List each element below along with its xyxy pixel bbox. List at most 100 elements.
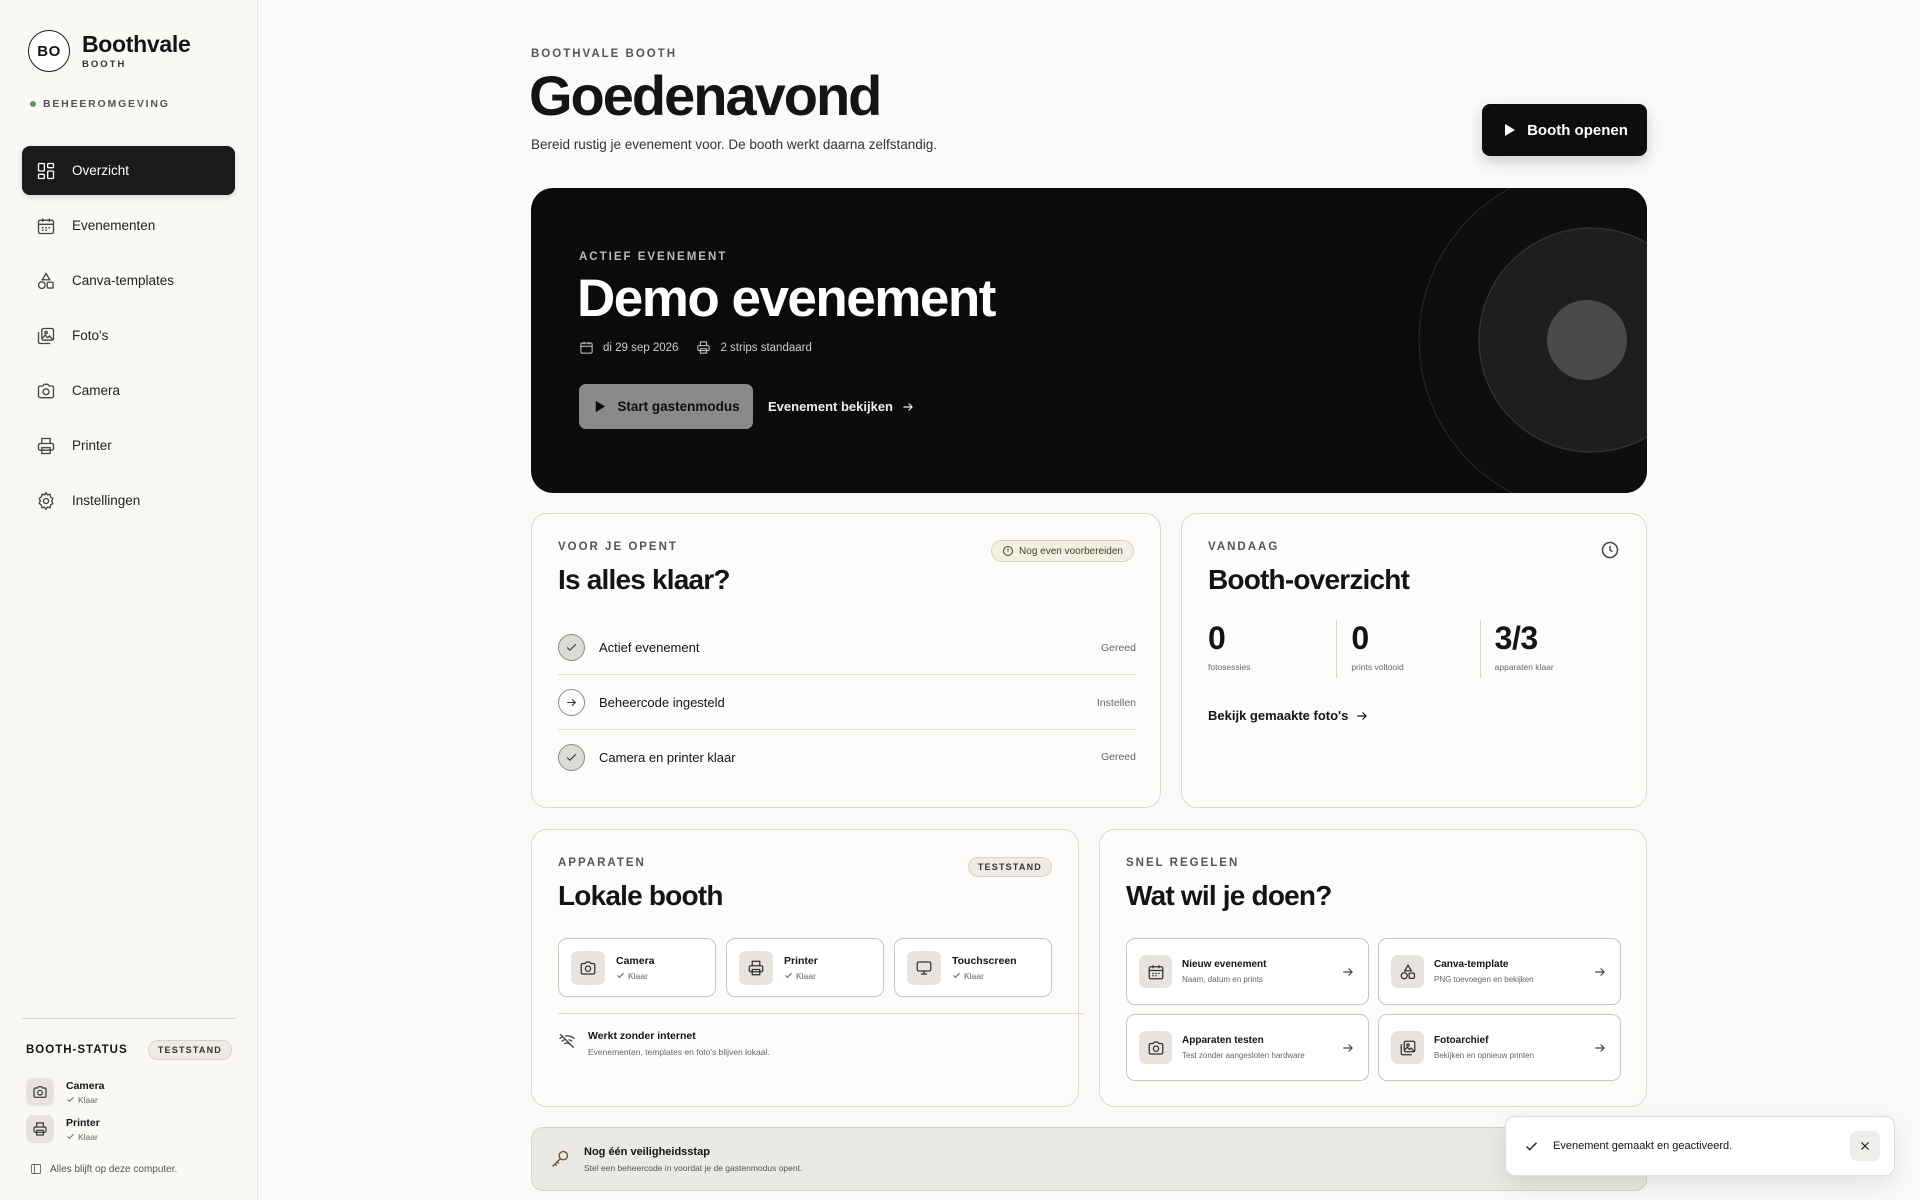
new-event-action[interactable]: Nieuw evenement Naam, datum en prints bbox=[1126, 938, 1369, 1005]
sidebar-item-label: Instellingen bbox=[72, 493, 141, 508]
card-title: Wat wil je doen? bbox=[1126, 880, 1332, 911]
sidebar-item-camera[interactable]: Camera bbox=[22, 366, 235, 415]
device-printer[interactable]: Printer Klaar bbox=[726, 938, 884, 997]
checklist-item[interactable]: Beheercode ingesteld Instellen bbox=[558, 676, 1136, 730]
gear-icon bbox=[38, 490, 54, 511]
sidebar-item-label: Canva-templates bbox=[72, 273, 175, 288]
calendar-icon bbox=[37, 218, 55, 234]
check-icon bbox=[617, 972, 624, 979]
open-booth-button[interactable]: Booth openen bbox=[1482, 104, 1647, 156]
device-touchscreen[interactable]: Touchscreen Klaar bbox=[894, 938, 1052, 997]
toast-notification: Evenement gemaakt en geactiveerd. bbox=[1505, 1116, 1895, 1176]
brand-sub: BOOTH bbox=[82, 59, 127, 70]
camera-icon bbox=[1148, 1040, 1163, 1055]
action-desc: PNG toevoegen en bekijken bbox=[1434, 975, 1534, 984]
test-devices-action[interactable]: Apparaten testen Test zonder aangesloten… bbox=[1126, 1014, 1369, 1081]
device-status: Klaar bbox=[66, 1132, 100, 1142]
checklist-label: Camera en printer klaar bbox=[599, 749, 736, 765]
checklist-label: Actief evenement bbox=[599, 640, 700, 655]
event-title: Demo evenement bbox=[577, 269, 996, 328]
checklist-item[interactable]: Actief evenement Gereed bbox=[558, 621, 1136, 675]
local-storage-note: Alles blijft op deze computer. bbox=[30, 1163, 177, 1175]
sidebar-nav: Overzicht Evenementen Canva-templates Fo… bbox=[22, 146, 235, 531]
arrow-right-icon bbox=[567, 698, 577, 707]
sidebar-item-label: Printer bbox=[72, 438, 112, 453]
security-banner[interactable]: Nog één veiligheidsstap Stel een beheerc… bbox=[531, 1127, 1647, 1191]
card-eyebrow: VANDAAG bbox=[1208, 541, 1280, 553]
sidebar-item-instellingen[interactable]: Instellingen bbox=[22, 476, 235, 525]
action-name: Fotoarchief bbox=[1434, 1035, 1489, 1046]
offline-title: Werkt zonder internet bbox=[588, 1030, 696, 1042]
calendar-icon bbox=[580, 341, 593, 354]
images-icon bbox=[37, 327, 55, 344]
arrow-right-icon bbox=[1595, 1043, 1605, 1052]
arrow-right-icon bbox=[1343, 1043, 1353, 1052]
device-status: Klaar bbox=[784, 971, 818, 981]
booth-status-camera: Camera Klaar bbox=[26, 1078, 105, 1106]
security-title: Nog één veiligheidsstap bbox=[584, 1145, 710, 1158]
start-guest-mode-button[interactable]: Start gastenmodus bbox=[579, 384, 753, 429]
arrow-right-icon bbox=[1357, 711, 1368, 720]
sidebar-item-canva-templates[interactable]: Canva-templates bbox=[22, 256, 235, 305]
camera-icon bbox=[33, 1086, 47, 1098]
hero-eyebrow: ACTIEF EVENEMENT bbox=[579, 251, 728, 263]
sidebar-item-printer[interactable]: Printer bbox=[22, 421, 235, 470]
wifi-off-icon bbox=[559, 1033, 575, 1049]
view-event-link[interactable]: Evenement bekijken bbox=[768, 384, 915, 429]
device-name: Camera bbox=[66, 1079, 105, 1092]
check-icon bbox=[1526, 1141, 1537, 1151]
environment-label: BEHEEROMGEVING bbox=[30, 98, 170, 110]
checklist-status: Instellen bbox=[1096, 696, 1136, 709]
close-icon bbox=[1861, 1142, 1869, 1150]
device-camera[interactable]: Camera Klaar bbox=[558, 938, 716, 997]
computer-icon bbox=[31, 1164, 41, 1174]
canva-template-action[interactable]: Canva-template PNG toevoegen en bekijken bbox=[1378, 938, 1621, 1005]
arrow-right-icon bbox=[1595, 967, 1605, 976]
stat-devices: 3/3 apparaten klaar bbox=[1479, 620, 1623, 678]
offline-note: Werkt zonder internet Evenementen, templ… bbox=[558, 1013, 1083, 1057]
event-meta: di 29 sep 2026 2 strips standaard bbox=[579, 340, 830, 355]
device-name: Camera bbox=[616, 954, 655, 967]
sidebar-item-overzicht[interactable]: Overzicht bbox=[22, 146, 235, 195]
stat-sessions: 0 fotosessies bbox=[1208, 620, 1251, 672]
checklist-item[interactable]: Camera en printer klaar Gereed bbox=[558, 730, 1136, 784]
page-eyebrow: BOOTHVALE BOOTH bbox=[531, 48, 678, 60]
sidebar-item-evenementen[interactable]: Evenementen bbox=[22, 201, 235, 250]
check-icon bbox=[67, 1133, 74, 1140]
check-icon bbox=[566, 753, 577, 761]
card-title: Lokale booth bbox=[558, 880, 723, 911]
photo-archive-action[interactable]: Fotoarchief Bekijken en opnieuw printen bbox=[1378, 1014, 1621, 1081]
check-icon bbox=[566, 643, 577, 651]
clock-icon bbox=[1601, 541, 1619, 559]
stats: 0 fotosessies 0 prints voltooid 3/3 appa… bbox=[1208, 620, 1623, 678]
divider bbox=[22, 1018, 235, 1019]
sidebar-item-label: Evenementen bbox=[72, 218, 156, 233]
prepare-badge: Nog even voorbereiden bbox=[991, 540, 1134, 562]
device-status: Klaar bbox=[616, 971, 655, 981]
action-name: Apparaten testen bbox=[1182, 1035, 1264, 1046]
view-photos-link[interactable]: Bekijk gemaakte foto's bbox=[1208, 708, 1369, 723]
arrow-right-icon bbox=[903, 402, 913, 411]
action-name: Canva-template bbox=[1434, 959, 1509, 970]
device-name: Touchscreen bbox=[952, 954, 1017, 967]
action-desc: Test zonder aangesloten hardware bbox=[1182, 1051, 1305, 1060]
images-icon bbox=[1400, 1040, 1415, 1055]
stat-prints: 0 prints voltooid bbox=[1336, 620, 1479, 678]
play-icon bbox=[1505, 124, 1516, 136]
device-name: Printer bbox=[784, 954, 818, 967]
active-event-hero: ACTIEF EVENEMENT Demo evenement di 29 se… bbox=[531, 188, 1647, 493]
brand-name: Boothvale bbox=[82, 31, 191, 57]
action-desc: Bekijken en opnieuw printen bbox=[1434, 1051, 1535, 1060]
checklist-status: Gereed bbox=[1100, 751, 1136, 763]
brand[interactable]: BO Boothvale BOOTH bbox=[28, 30, 191, 72]
close-button[interactable] bbox=[1850, 1131, 1880, 1161]
toast-message: Evenement gemaakt en geactiveerd. bbox=[1553, 1140, 1733, 1152]
dashboard-icon bbox=[37, 162, 55, 179]
calendar-icon bbox=[1148, 964, 1163, 979]
sidebar-item-fotos[interactable]: Foto's bbox=[22, 311, 235, 360]
devices-card: APPARATEN TESTSTAND Lokale booth Camera … bbox=[531, 829, 1083, 1107]
check-icon bbox=[953, 972, 960, 979]
sidebar-item-label: Overzicht bbox=[72, 163, 130, 178]
page-subtitle: Bereid rustig je evenement voor. De boot… bbox=[531, 137, 937, 152]
booth-overview-card: VANDAAG Booth-overzicht 0 fotosessies 0 … bbox=[1181, 513, 1647, 808]
